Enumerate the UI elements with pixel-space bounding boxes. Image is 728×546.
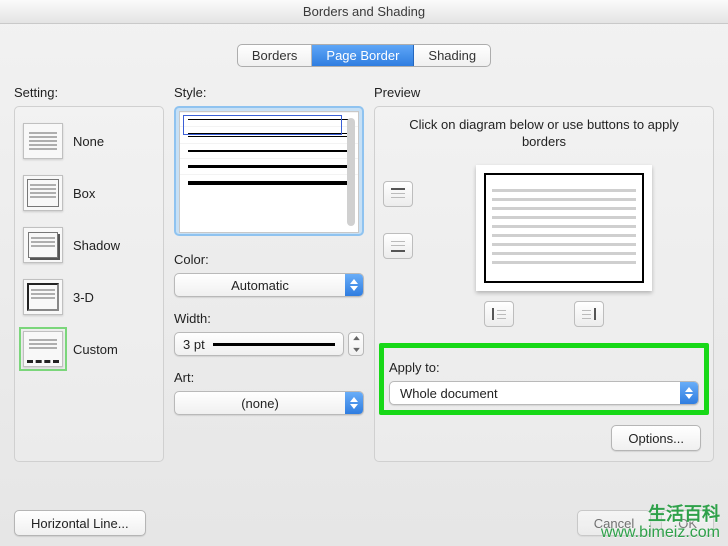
color-label: Color: <box>174 252 364 267</box>
horizontal-line-button[interactable]: Horizontal Line... <box>14 510 146 536</box>
edge-left-button[interactable] <box>484 301 514 327</box>
options-button[interactable]: Options... <box>611 425 701 451</box>
art-value: (none) <box>175 396 345 411</box>
setting-item-label: Shadow <box>73 238 120 253</box>
setting-item-label: None <box>73 134 104 149</box>
width-value: 3 pt <box>183 337 205 352</box>
width-select[interactable]: 3 pt <box>174 332 344 356</box>
setting-label: Setting: <box>14 85 164 100</box>
setting-custom-icon <box>23 331 63 367</box>
setting-3d[interactable]: 3-D <box>21 271 157 323</box>
setting-none[interactable]: None <box>21 115 157 167</box>
apply-to-label: Apply to: <box>389 360 699 375</box>
tab-bar: Borders Page Border Shading <box>0 44 728 67</box>
setting-3d-icon <box>23 279 63 315</box>
setting-none-icon <box>23 123 63 159</box>
preview-hint: Click on diagram below or use buttons to… <box>383 117 705 151</box>
art-label: Art: <box>174 370 364 385</box>
setting-box[interactable]: Box <box>21 167 157 219</box>
style-scrollbar[interactable] <box>347 118 355 226</box>
dialog-footer: Horizontal Line... Cancel OK <box>14 510 714 536</box>
width-sample-line <box>213 343 335 346</box>
setting-shadow[interactable]: Shadow <box>21 219 157 271</box>
window-title: Borders and Shading <box>0 0 728 24</box>
ok-button[interactable]: OK <box>661 510 714 536</box>
setting-item-label: Box <box>73 186 95 201</box>
style-list[interactable] <box>174 106 364 236</box>
dropdown-stepper-icon <box>345 392 363 414</box>
setting-shadow-icon <box>23 227 63 263</box>
edge-right-button[interactable] <box>574 301 604 327</box>
tab-page-border[interactable]: Page Border <box>312 45 414 66</box>
apply-to-select[interactable]: Whole document <box>389 381 699 405</box>
dropdown-stepper-icon <box>345 274 363 296</box>
setting-panel: None Box Shadow 3-D <box>14 106 164 462</box>
preview-panel: Click on diagram below or use buttons to… <box>374 106 714 462</box>
tab-borders[interactable]: Borders <box>238 45 313 66</box>
style-label: Style: <box>174 85 364 100</box>
width-stepper[interactable] <box>348 332 364 356</box>
color-value: Automatic <box>175 278 345 293</box>
preview-label: Preview <box>374 85 714 100</box>
color-select[interactable]: Automatic <box>174 273 364 297</box>
apply-to-value: Whole document <box>390 386 680 401</box>
art-select[interactable]: (none) <box>174 391 364 415</box>
width-label: Width: <box>174 311 364 326</box>
tab-shading[interactable]: Shading <box>414 45 490 66</box>
dropdown-stepper-icon <box>680 382 698 404</box>
setting-box-icon <box>23 175 63 211</box>
preview-diagram[interactable] <box>476 165 652 291</box>
cancel-button[interactable]: Cancel <box>577 510 651 536</box>
edge-bottom-button[interactable] <box>383 233 413 259</box>
edge-top-button[interactable] <box>383 181 413 207</box>
setting-item-label: 3-D <box>73 290 94 305</box>
setting-item-label: Custom <box>73 342 118 357</box>
setting-custom[interactable]: Custom <box>21 323 157 375</box>
